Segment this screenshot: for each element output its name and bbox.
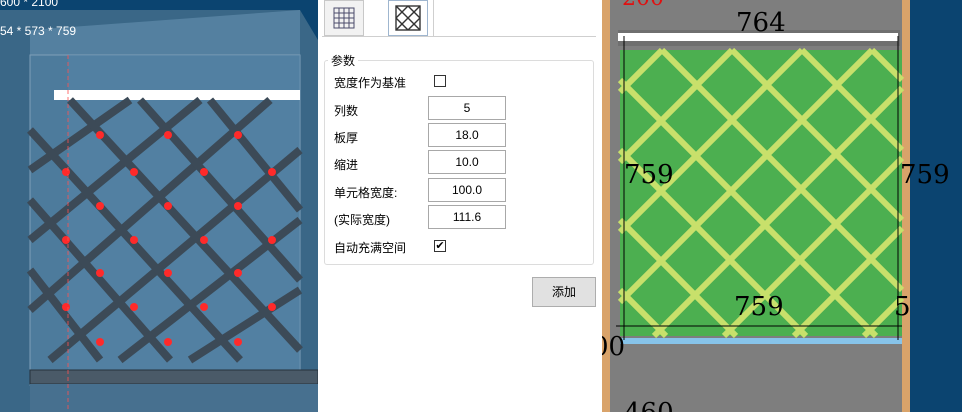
width-base-label: 宽度作为基准 bbox=[334, 76, 407, 90]
shelf-highlight bbox=[54, 90, 300, 100]
right-2d-viewport[interactable]: 200 764 759 759 759 5 00 460 bbox=[602, 0, 962, 412]
tab-divider bbox=[433, 0, 434, 37]
bottom-shelf bbox=[620, 338, 902, 344]
dim-right-height: 759 bbox=[900, 160, 950, 190]
dim-top-red: 200 bbox=[622, 0, 664, 11]
cell-width-input[interactable]: 100.0 bbox=[428, 178, 506, 202]
columns-input[interactable]: 5 bbox=[428, 96, 506, 120]
diamond-lattice-tool-button[interactable] bbox=[388, 0, 428, 36]
thickness-label: 板厚 bbox=[334, 131, 359, 145]
check-icon: ✔ bbox=[435, 240, 445, 252]
indent-input[interactable]: 10.0 bbox=[428, 150, 506, 174]
dim-bottom-right: 5 bbox=[894, 292, 911, 322]
dim-bottom-width: 759 bbox=[734, 292, 784, 322]
params-group-title: 参数 bbox=[328, 52, 359, 69]
dim-left-partial: 00 bbox=[602, 332, 626, 362]
width-base-checkbox[interactable] bbox=[434, 75, 446, 87]
left-3d-viewport[interactable]: 600 * 2100 54 * 573 * 759 bbox=[0, 0, 318, 412]
auto-fill-checkbox[interactable]: ✔ bbox=[434, 240, 446, 252]
dim-bottom-partial: 460 bbox=[624, 398, 674, 412]
dim-width: 764 bbox=[736, 8, 786, 38]
diamond-lattice-icon bbox=[395, 5, 421, 31]
dim-left-height: 759 bbox=[624, 160, 674, 190]
auto-fill-label: 自动充满空间 bbox=[334, 241, 407, 255]
actual-width-label: (实际宽度) bbox=[334, 213, 390, 227]
grid-icon bbox=[333, 7, 355, 29]
cell-width-label: 单元格宽度: bbox=[334, 186, 398, 200]
lattice-front-view bbox=[602, 0, 910, 412]
cabinet-3d-view bbox=[0, 10, 318, 412]
columns-label: 列数 bbox=[334, 104, 359, 118]
tab-baseline bbox=[322, 36, 596, 37]
add-button[interactable]: 添加 bbox=[532, 277, 596, 307]
thickness-input[interactable]: 18.0 bbox=[428, 123, 506, 147]
indent-label: 缩进 bbox=[334, 158, 359, 172]
cabinet-dims-label: 54 * 573 * 759 bbox=[0, 24, 77, 38]
grid-tool-button[interactable] bbox=[324, 0, 364, 36]
actual-width-value: 111.6 bbox=[428, 205, 506, 229]
settings-panel: 参数 宽度作为基准 列数 5 板厚 18.0 缩进 10.0 单元格宽度: 10… bbox=[318, 0, 602, 412]
view-size-label: 600 * 2100 bbox=[0, 0, 59, 9]
